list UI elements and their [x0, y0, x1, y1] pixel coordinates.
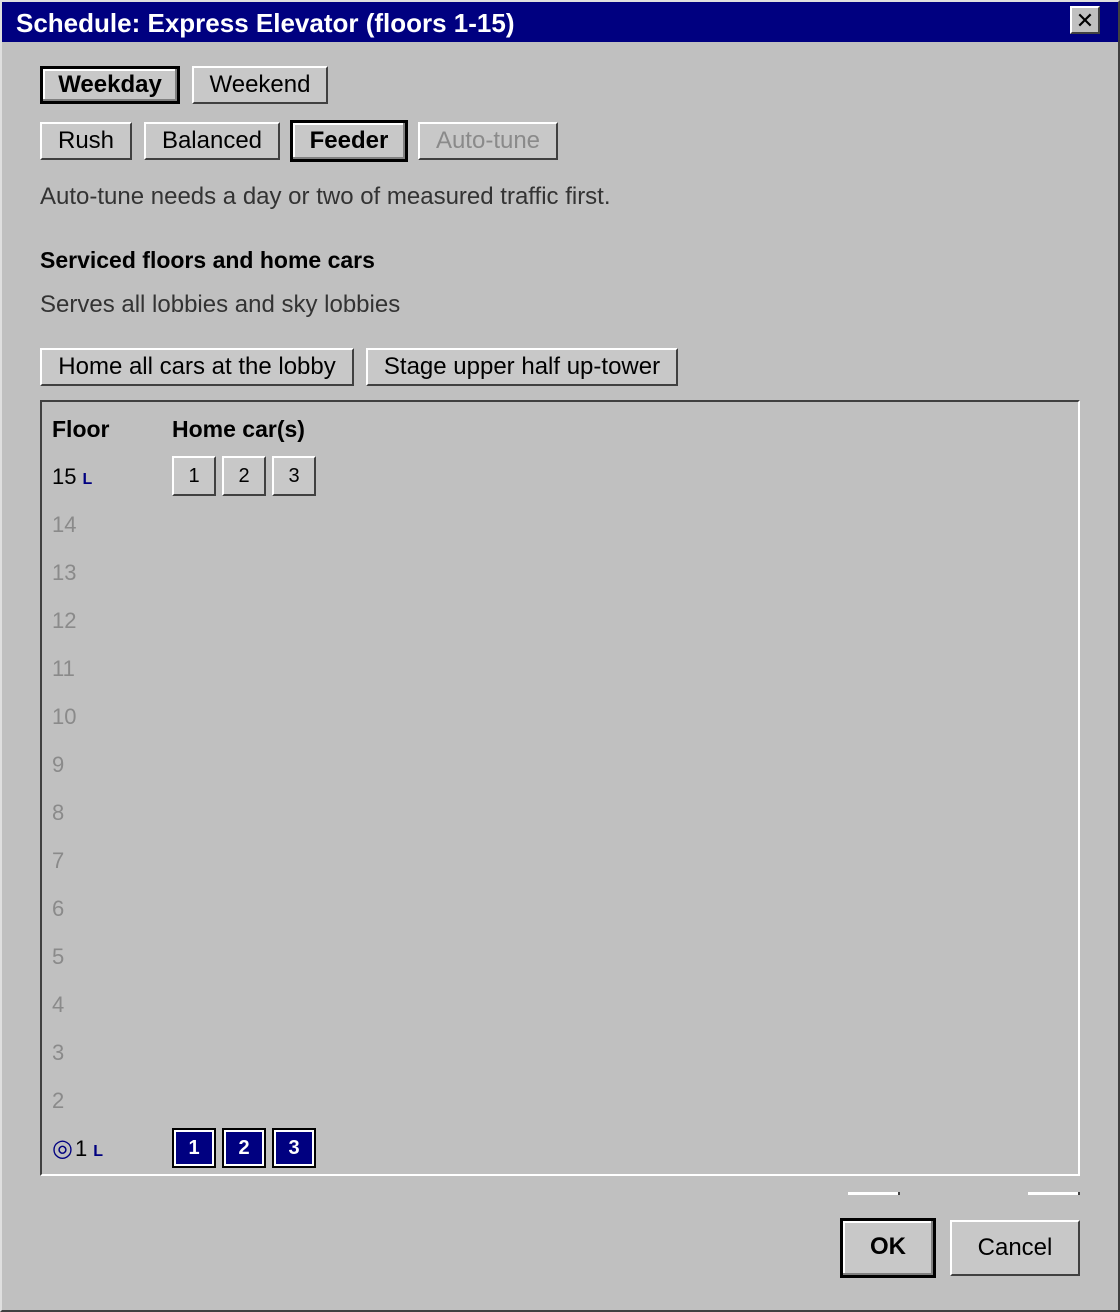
floor-row-13: 13 — [52, 560, 77, 585]
home-floor-icon: ◎ — [52, 1135, 73, 1162]
stage-upper-half-button[interactable]: Stage upper half up-tower — [366, 348, 678, 386]
floor-row-15: 15 L — [52, 464, 92, 490]
floor-row-14: 14 — [52, 512, 77, 537]
floor-row-3: 3 — [52, 1040, 65, 1065]
mode-rush-button[interactable]: Rush — [40, 122, 132, 160]
floor-label: 15 — [52, 464, 77, 489]
home-all-lobby-button[interactable]: Home all cars at the lobby — [40, 348, 354, 386]
cancel-button[interactable]: Cancel — [950, 1220, 1080, 1276]
scroll-artifact — [848, 1192, 900, 1195]
car-toggle-floor15-car2[interactable]: 2 — [222, 456, 266, 496]
floor-row-9: 9 — [52, 752, 65, 777]
floor-row-4: 4 — [52, 992, 65, 1017]
close-icon: ✕ — [1075, 8, 1095, 33]
car-toggle-floor15-car1[interactable]: 1 — [172, 456, 216, 496]
floor-label: 1 — [74, 1136, 88, 1161]
column-header-home-cars: Home car(s) — [172, 416, 305, 442]
floor-row-7: 7 — [52, 848, 65, 873]
lobby-marker: L — [93, 1143, 103, 1160]
mode-feeder-button[interactable]: Feeder — [290, 120, 408, 162]
mode-autotune-button[interactable]: Auto-tune — [418, 122, 558, 160]
car-toggle-floor1-car3[interactable]: 3 — [272, 1128, 316, 1168]
floor-row-5: 5 — [52, 944, 65, 969]
floor-table[interactable]: Floor Home car(s) 15 L 1 2 3 14 13 12 11 … — [40, 400, 1080, 1176]
floor-row-11: 11 — [52, 656, 75, 681]
lobby-marker: L — [82, 471, 93, 488]
car-toggle-floor15-car3[interactable]: 3 — [272, 456, 316, 496]
floor-row-2: 2 — [52, 1088, 65, 1113]
car-toggle-floor1-car1[interactable]: 1 — [172, 1128, 216, 1168]
autotune-hint: Auto-tune needs a day or two of measured… — [40, 183, 611, 210]
mode-balanced-button[interactable]: Balanced — [144, 122, 280, 160]
ok-button[interactable]: OK — [840, 1218, 936, 1278]
close-button[interactable]: ✕ — [1070, 6, 1100, 34]
scroll-artifact — [1028, 1192, 1080, 1195]
floor-row-8: 8 — [52, 800, 65, 825]
window-title: Schedule: Express Elevator (floors 1-15) — [16, 8, 515, 38]
tab-weekday[interactable]: Weekday — [40, 66, 180, 104]
floor-row-1: ◎1 L — [52, 1134, 103, 1163]
column-header-floor: Floor — [52, 416, 110, 442]
floor-row-12: 12 — [52, 608, 77, 633]
floor-row-6: 6 — [52, 896, 65, 921]
tab-weekend[interactable]: Weekend — [192, 66, 328, 104]
car-toggle-floor1-car2[interactable]: 2 — [222, 1128, 266, 1168]
title-bar[interactable]: Schedule: Express Elevator (floors 1-15)… — [2, 2, 1118, 42]
floor-row-10: 10 — [52, 704, 77, 729]
section-subtitle: Serves all lobbies and sky lobbies — [40, 291, 401, 318]
section-heading: Serviced floors and home cars — [40, 247, 375, 273]
